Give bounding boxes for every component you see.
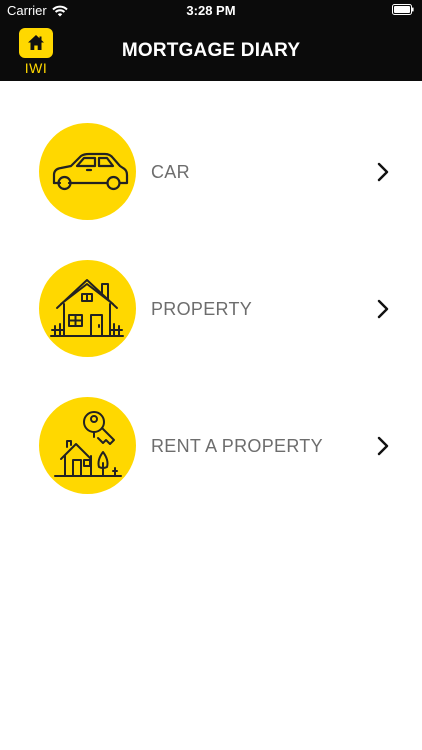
menu-item-car[interactable]: CAR	[0, 123, 422, 221]
battery-icon	[392, 4, 414, 15]
logo-text: IWI	[24, 60, 48, 76]
menu-item-property[interactable]: PROPERTY	[0, 260, 422, 358]
navigation-bar: IWI MORTGAGE DIARY	[0, 22, 422, 81]
car-icon-circle	[39, 123, 136, 220]
car-icon	[52, 152, 129, 191]
chevron-right-icon[interactable]	[377, 436, 389, 456]
page-title: MORTGAGE DIARY	[121, 40, 301, 61]
rent-key-house-icon	[54, 411, 122, 477]
menu-item-label: CAR	[151, 162, 190, 182]
app-header: Carrier 3:28 PM IWI MORTGAGE DIARY	[0, 0, 422, 81]
house-icon	[50, 279, 124, 337]
rent-icon-circle	[39, 397, 136, 494]
status-time: 3:28 PM	[186, 3, 236, 18]
house-icon-circle	[39, 260, 136, 357]
chevron-right-icon[interactable]	[377, 299, 389, 319]
chevron-right-icon[interactable]	[377, 162, 389, 182]
menu-item-label: PROPERTY	[151, 299, 253, 319]
menu-item-rent-property[interactable]: RENT A PROPERTY	[0, 397, 422, 495]
status-bar: Carrier 3:28 PM	[0, 0, 422, 22]
menu-item-label: RENT A PROPERTY	[151, 436, 323, 456]
